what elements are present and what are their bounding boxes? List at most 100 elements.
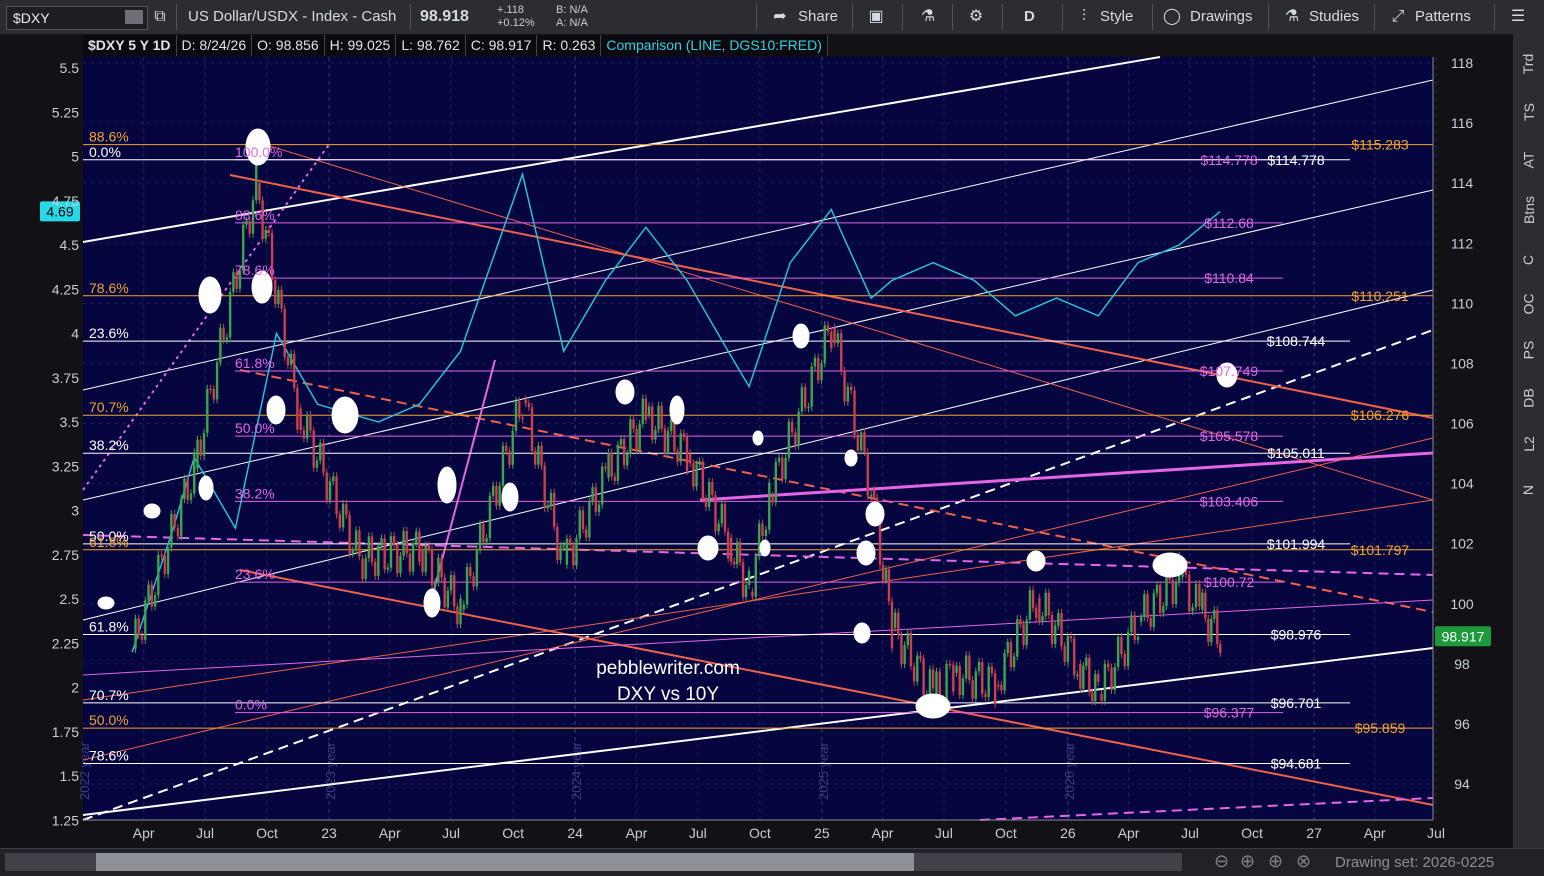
- level-price-label: $108.744: [1267, 333, 1326, 349]
- candle: [228, 292, 232, 338]
- candle: [887, 569, 891, 602]
- candle: [635, 428, 638, 450]
- candle: [446, 590, 450, 608]
- candle: [212, 389, 216, 400]
- sidebar-tab-c[interactable]: C: [1515, 240, 1542, 280]
- candle: [726, 531, 730, 559]
- ohlc-close: C: 98.917: [466, 35, 538, 56]
- x-tick-label: Oct: [502, 825, 524, 841]
- candle: [981, 661, 984, 694]
- right-axis-tick: 102: [1450, 536, 1474, 552]
- marker-ellipse: [865, 501, 885, 527]
- level-price-label: $105.578: [1200, 428, 1259, 444]
- left-axis-tick: 2.5: [60, 591, 80, 607]
- candle: [1094, 673, 1097, 702]
- candle: [813, 357, 817, 367]
- candle: [931, 669, 935, 689]
- zoom-in-icon[interactable]: ⊕: [1240, 851, 1255, 872]
- candle: [1091, 692, 1094, 702]
- candle: [1069, 636, 1073, 639]
- x-tick-label: Apr: [872, 825, 894, 841]
- candle: [575, 538, 578, 566]
- candle: [1149, 617, 1152, 627]
- level-price-label: $95.859: [1355, 720, 1406, 736]
- x-tick-label: Apr: [133, 825, 155, 841]
- candle: [495, 485, 498, 506]
- candle: [698, 461, 701, 465]
- fib-percent-label: 0.0%: [89, 144, 121, 160]
- sidebar-tab-l2[interactable]: L2: [1515, 424, 1542, 464]
- candle: [890, 601, 894, 649]
- candle: [373, 561, 377, 576]
- crosshair-icon[interactable]: ⊕: [1268, 851, 1283, 872]
- sidebar-tab-db[interactable]: DB: [1515, 378, 1542, 418]
- ohlc-high: H: 99.025: [325, 35, 397, 56]
- candle: [651, 406, 654, 440]
- sidebar-tab-n[interactable]: N: [1515, 470, 1542, 510]
- candle: [1050, 615, 1054, 645]
- candle: [987, 666, 990, 698]
- left-axis-tick: 3.5: [60, 414, 80, 430]
- comparison-label[interactable]: Comparison (LINE, DGS10:FRED): [601, 35, 828, 56]
- candle: [1031, 590, 1035, 609]
- candle: [1191, 607, 1194, 612]
- candle: [179, 498, 183, 537]
- candle: [977, 661, 981, 672]
- candle: [660, 405, 663, 429]
- x-tick-label: 25: [814, 825, 830, 841]
- marker-ellipse: [423, 588, 441, 618]
- candle: [521, 417, 524, 420]
- candle: [790, 421, 794, 433]
- sidebar-tab-trd[interactable]: Trd: [1515, 44, 1542, 84]
- candle: [402, 531, 405, 556]
- year-label: 2026 year: [1062, 742, 1077, 800]
- candle: [514, 401, 518, 431]
- candle: [370, 536, 374, 562]
- marker-ellipse: [752, 430, 764, 446]
- zoom-out-icon[interactable]: ⊖: [1214, 851, 1229, 872]
- right-axis-tick: 110: [1451, 295, 1474, 311]
- candle: [469, 566, 472, 577]
- candle: [144, 600, 147, 640]
- sidebar-tab-at[interactable]: AT: [1515, 140, 1542, 180]
- candle: [974, 671, 978, 699]
- candle: [647, 406, 651, 415]
- sidebar-tab-ts[interactable]: TS: [1515, 92, 1542, 132]
- candle: [990, 666, 994, 674]
- candle: [1100, 693, 1103, 701]
- candle: [508, 451, 511, 465]
- candle: [707, 481, 711, 507]
- candle: [720, 503, 724, 524]
- sidebar-tab-ps[interactable]: PS: [1515, 330, 1542, 370]
- ohlc-open: O: 98.856: [252, 35, 325, 56]
- reset-zoom-icon[interactable]: ⊗: [1296, 851, 1311, 872]
- candle: [1136, 637, 1140, 641]
- candle: [800, 387, 804, 412]
- candle: [1000, 684, 1003, 691]
- candle: [591, 487, 594, 502]
- candle: [948, 664, 952, 666]
- ohlc-low: L: 98.762: [396, 35, 466, 56]
- level-price-label: $101.994: [1267, 536, 1326, 552]
- candle: [701, 461, 705, 500]
- fib-percent-label: 0.0%: [235, 697, 267, 713]
- price-chart[interactable]: 2022 year 2023 year 2024 year 2025 year 2026…: [0, 0, 1544, 848]
- scroll-thumb[interactable]: [96, 853, 914, 871]
- candle: [641, 398, 644, 424]
- left-axis-tick: 3.25: [52, 458, 79, 474]
- candle: [810, 366, 813, 407]
- year-label: 2025 year: [816, 742, 831, 800]
- candle: [421, 549, 424, 572]
- candle: [274, 280, 277, 305]
- candle: [638, 423, 641, 450]
- candle: [1006, 642, 1009, 654]
- candle: [1123, 654, 1126, 667]
- sidebar-tab-btns[interactable]: Btns: [1515, 190, 1542, 230]
- sidebar-tab-oc[interactable]: OC: [1515, 284, 1542, 324]
- candle: [1019, 619, 1022, 625]
- marker-ellipse: [792, 323, 810, 349]
- candle: [1113, 666, 1117, 691]
- candle: [1028, 590, 1032, 620]
- candle: [565, 538, 569, 565]
- candle: [826, 325, 830, 332]
